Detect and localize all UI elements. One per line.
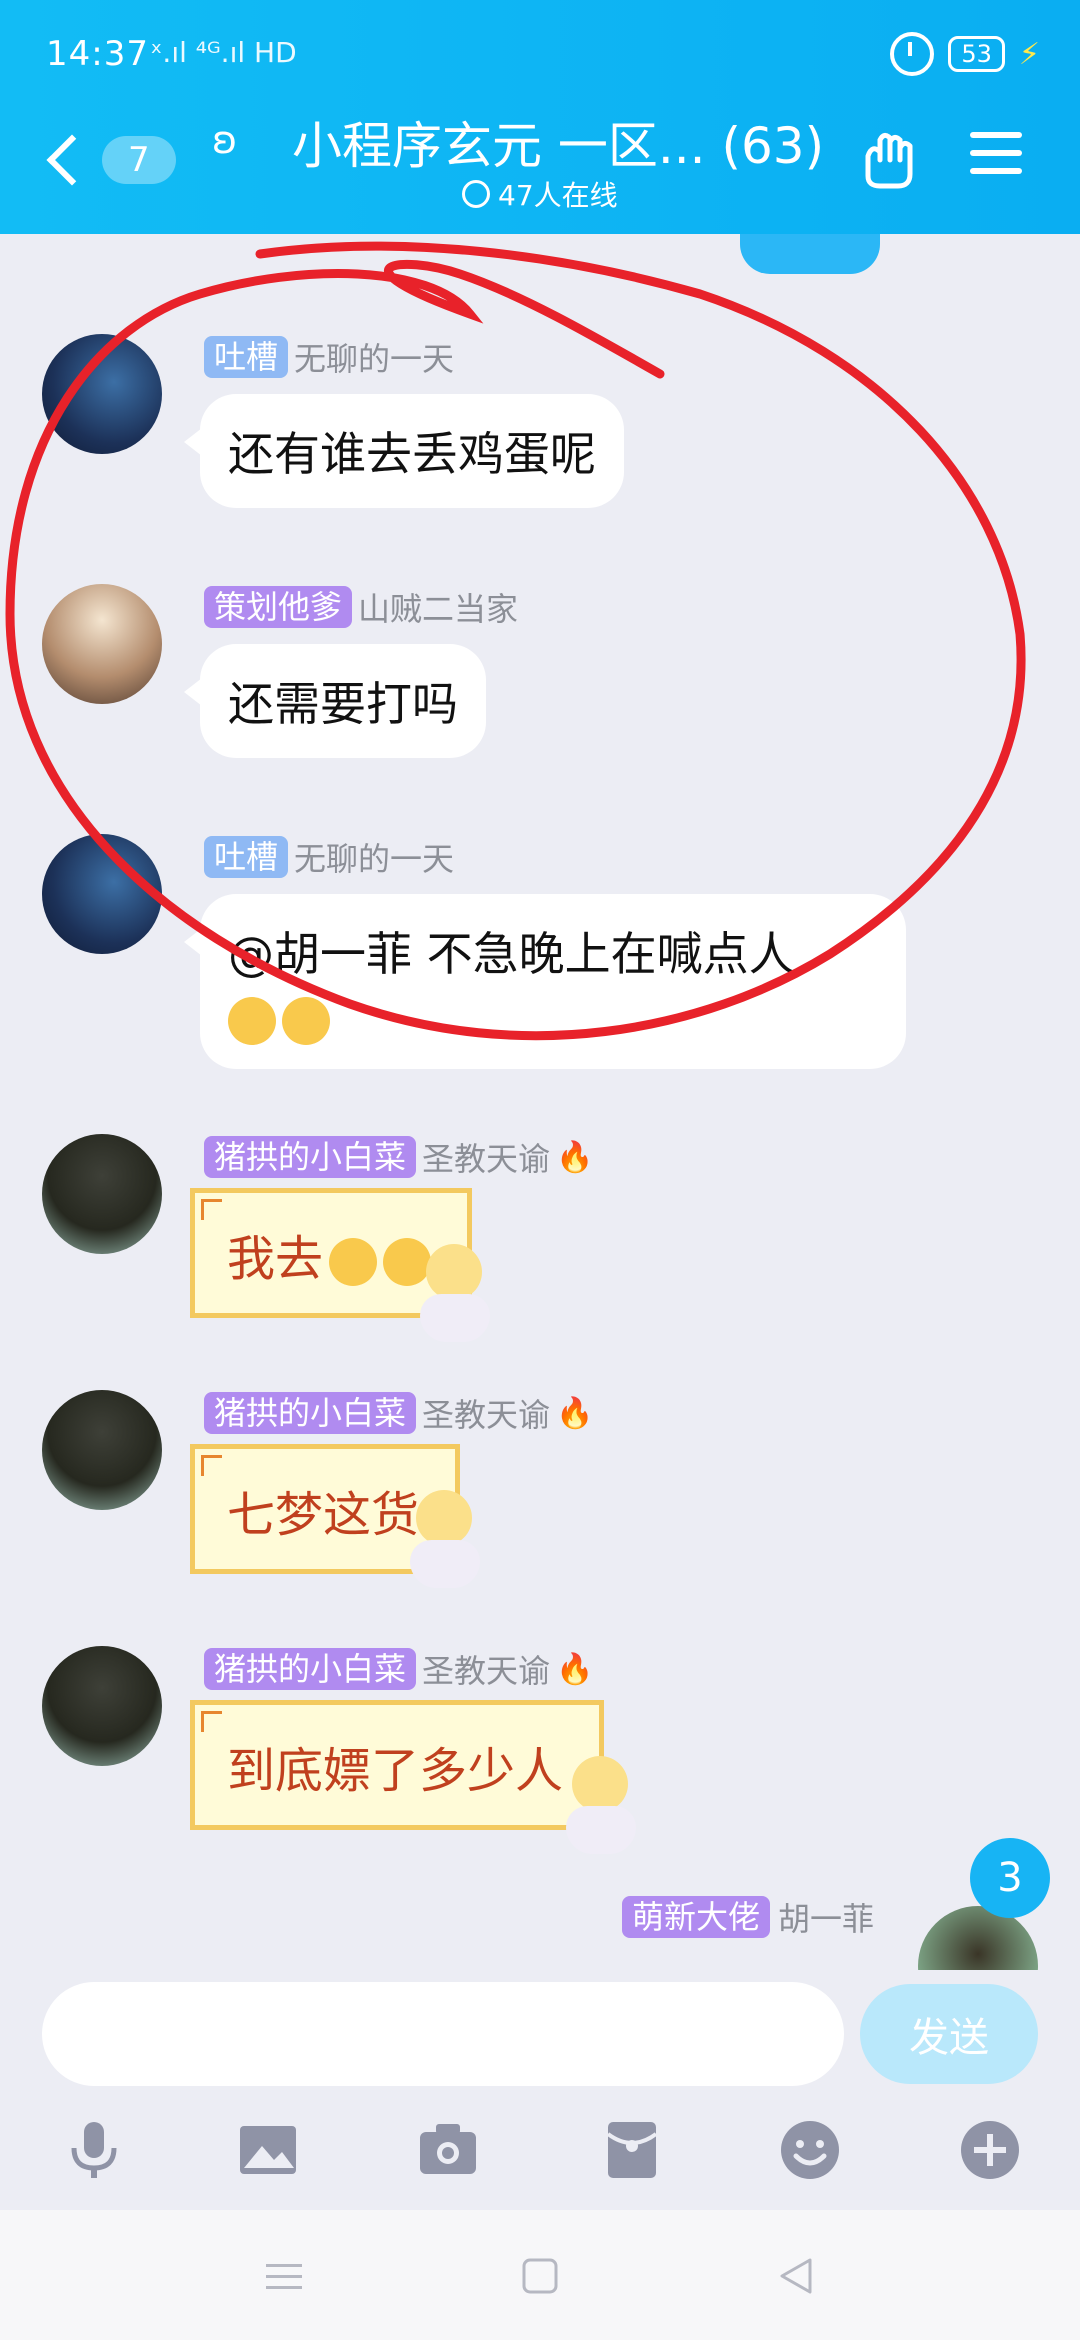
status-time: 14:37 — [46, 34, 149, 74]
card-corner-ornament — [201, 1455, 222, 1476]
message-bubble[interactable]: 还需要打吗 — [184, 644, 486, 758]
signal-icon: ˣ.ıl ⁴ᴳ.ıl HD — [150, 36, 297, 69]
nickname[interactable]: 无聊的一天 — [294, 834, 454, 880]
member-tag: 猪拱的小白菜 — [204, 1136, 417, 1178]
member-tag: 猪拱的小白菜 — [204, 1392, 417, 1434]
member-tag: 策划他爹 — [204, 586, 353, 628]
message-input[interactable] — [42, 1982, 844, 2086]
camera-icon[interactable] — [416, 2118, 480, 2182]
back-button[interactable]: 7 — [40, 120, 200, 200]
status-right: 53 ⚡ — [890, 32, 1040, 76]
message-meta: 猪拱的小白菜 圣教天谕 🔥 — [204, 1390, 593, 1436]
input-bar: 发送 — [0, 1970, 1080, 2210]
online-count: 47人在线 — [462, 174, 618, 214]
avatar[interactable] — [42, 1390, 162, 1510]
grin-emoji-icon — [228, 996, 276, 1045]
card-corner-ornament — [201, 1711, 222, 1732]
nickname[interactable]: 山贼二当家 — [358, 584, 518, 630]
nickname[interactable]: 圣教天谕 — [422, 1390, 550, 1436]
avatar[interactable] — [42, 834, 162, 954]
avatar[interactable] — [42, 1134, 162, 1254]
doll-decoration-icon — [560, 1756, 640, 1866]
nickname[interactable]: 胡一菲 — [778, 1894, 874, 1940]
self-message-meta: 萌新大佬 胡一菲 — [621, 1894, 874, 1940]
chat-area[interactable]: 吐槽 无聊的一天 还有谁去丢鸡蛋呢 策划他爹 山贼二当家 还需要打吗 吐槽 无聊… — [0, 234, 1080, 1970]
hand-gesture-icon[interactable] — [858, 126, 918, 190]
avatar[interactable] — [42, 334, 162, 454]
menu-icon[interactable] — [970, 132, 1022, 186]
fire-icon: 🔥 — [556, 1139, 594, 1175]
mic-icon[interactable] — [62, 2118, 126, 2182]
message-bubble[interactable]: 还有谁去丢鸡蛋呢 — [184, 394, 624, 508]
member-tag: 吐槽 — [204, 836, 289, 878]
card-corner-ornament — [201, 1199, 222, 1220]
message-meta: 吐槽 无聊的一天 — [204, 834, 454, 880]
charging-icon: ⚡ — [1018, 36, 1040, 72]
send-button[interactable]: 发送 — [860, 1984, 1038, 2084]
message-meta: 猪拱的小白菜 圣教天谕 🔥 — [204, 1134, 593, 1180]
fire-icon: 🔥 — [556, 1395, 594, 1431]
sick-emoji-icon — [329, 1238, 378, 1286]
system-nav-bar — [0, 2210, 1080, 2340]
ear-icon[interactable]: ʚ — [212, 118, 237, 162]
unread-float-badge[interactable]: 3 — [970, 1838, 1050, 1918]
doll-decoration-icon — [404, 1490, 484, 1600]
styled-message-card[interactable]: 到底嫖了多少人 — [190, 1700, 605, 1830]
online-label: 47人在线 — [498, 179, 618, 212]
image-icon[interactable] — [236, 2118, 300, 2182]
message-text: @胡一菲 不急晚上在喊点人 — [228, 927, 795, 981]
top-bar: 14:37 ˣ.ıl ⁴ᴳ.ıl HD 53 ⚡ 7 ʚ 小程序玄元 一区...… — [0, 0, 1080, 234]
red-packet-icon[interactable] — [600, 2118, 664, 2182]
nickname[interactable]: 圣教天谕 — [422, 1134, 550, 1180]
chevron-left-icon — [46, 134, 98, 186]
member-tag: 萌新大佬 — [621, 1896, 770, 1938]
partial-message-bubble — [740, 234, 880, 274]
alarm-icon — [890, 32, 935, 76]
nickname[interactable]: 圣教天谕 — [422, 1646, 550, 1692]
back-nav-icon[interactable] — [774, 2254, 818, 2298]
online-icon — [462, 180, 490, 208]
message-meta: 吐槽 无聊的一天 — [204, 334, 454, 380]
battery-icon: 53 — [948, 36, 1005, 72]
plus-icon[interactable] — [958, 2118, 1022, 2182]
fire-icon: 🔥 — [556, 1651, 594, 1687]
member-tag: 吐槽 — [204, 336, 289, 378]
grin-emoji-icon — [282, 996, 330, 1045]
doll-decoration-icon — [414, 1244, 494, 1354]
home-icon[interactable] — [518, 2254, 562, 2298]
message-meta: 猪拱的小白菜 圣教天谕 🔥 — [204, 1646, 593, 1692]
message-text: 我去 — [227, 1231, 324, 1287]
message-meta: 策划他爹 山贼二当家 — [204, 584, 518, 630]
avatar[interactable] — [42, 1646, 162, 1766]
group-title[interactable]: 小程序玄元 一区... (63) — [292, 106, 824, 178]
message-text: 七梦这货 — [227, 1487, 420, 1543]
avatar[interactable] — [42, 584, 162, 704]
member-tag: 猪拱的小白菜 — [204, 1648, 417, 1690]
message-bubble[interactable]: @胡一菲 不急晚上在喊点人 — [184, 894, 906, 1069]
unread-count-badge: 7 — [102, 136, 176, 184]
recent-apps-icon[interactable] — [262, 2254, 306, 2298]
message-text: 到底嫖了多少人 — [227, 1743, 564, 1799]
emoji-icon[interactable] — [778, 2118, 842, 2182]
nickname[interactable]: 无聊的一天 — [294, 334, 454, 380]
